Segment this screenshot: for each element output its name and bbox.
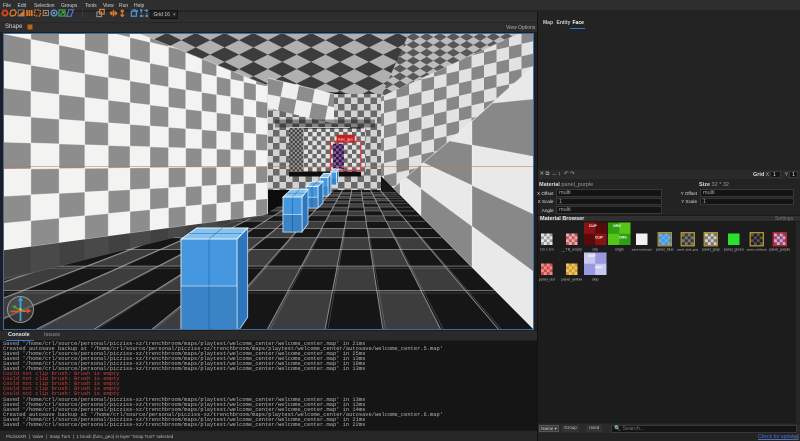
- svg-text:panel_red/black: panel_red/black: [747, 248, 767, 252]
- svg-text:func_geo: func_geo: [338, 137, 352, 141]
- svg-text:skip: skip: [592, 278, 598, 282]
- svg-text:panel_dark_gray: panel_dark_gray: [677, 248, 698, 252]
- svg-text:panel_blue: panel_blue: [656, 248, 674, 252]
- svg-text:panel_purple: panel_purple: [769, 248, 790, 252]
- svg-text:panel_red: panel_red: [539, 278, 555, 282]
- svg-text:panel.w.plexi.grid: panel.w.plexi.grid: [632, 248, 652, 252]
- svg-text:SKIP: SKIP: [595, 266, 603, 270]
- svg-text:clip: clip: [593, 248, 598, 252]
- svg-text:panel_green: panel_green: [724, 248, 744, 252]
- svg-text:ORG: ORG: [619, 236, 627, 240]
- svg-text:ORG: ORG: [613, 224, 621, 228]
- svg-text:CLIP: CLIP: [595, 236, 603, 240]
- svg-text:panel_yellow: panel_yellow: [561, 278, 582, 282]
- svg-text:origin: origin: [615, 248, 624, 252]
- svg-text:__TB_empty: __TB_empty: [561, 248, 583, 252]
- svg-text:CLIP: CLIP: [589, 224, 597, 228]
- svg-text:panel_gray: panel_gray: [702, 248, 720, 252]
- svg-text:1m x 1m: 1m x 1m: [540, 248, 554, 252]
- svg-text:SKIP: SKIP: [588, 254, 596, 258]
